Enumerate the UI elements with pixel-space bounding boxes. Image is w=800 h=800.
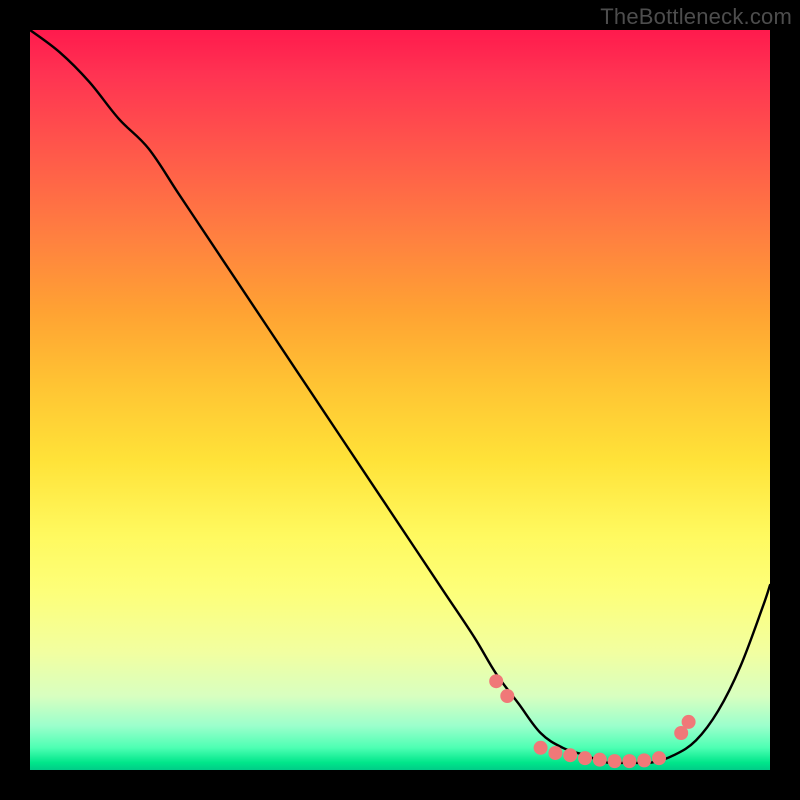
- highlight-dot: [578, 751, 592, 765]
- highlight-dot: [593, 753, 607, 767]
- bottleneck-curve: [30, 30, 770, 763]
- highlight-dot: [500, 689, 514, 703]
- highlight-dot: [548, 746, 562, 760]
- attribution-text: TheBottleneck.com: [600, 4, 792, 30]
- highlight-dot: [608, 754, 622, 768]
- highlight-dot: [489, 674, 503, 688]
- highlight-dot: [563, 748, 577, 762]
- highlight-dot: [622, 754, 636, 768]
- highlight-dot: [682, 715, 696, 729]
- highlight-dot: [652, 751, 666, 765]
- highlight-dot: [534, 741, 548, 755]
- curve-layer: [0, 0, 800, 800]
- highlight-dot: [637, 753, 651, 767]
